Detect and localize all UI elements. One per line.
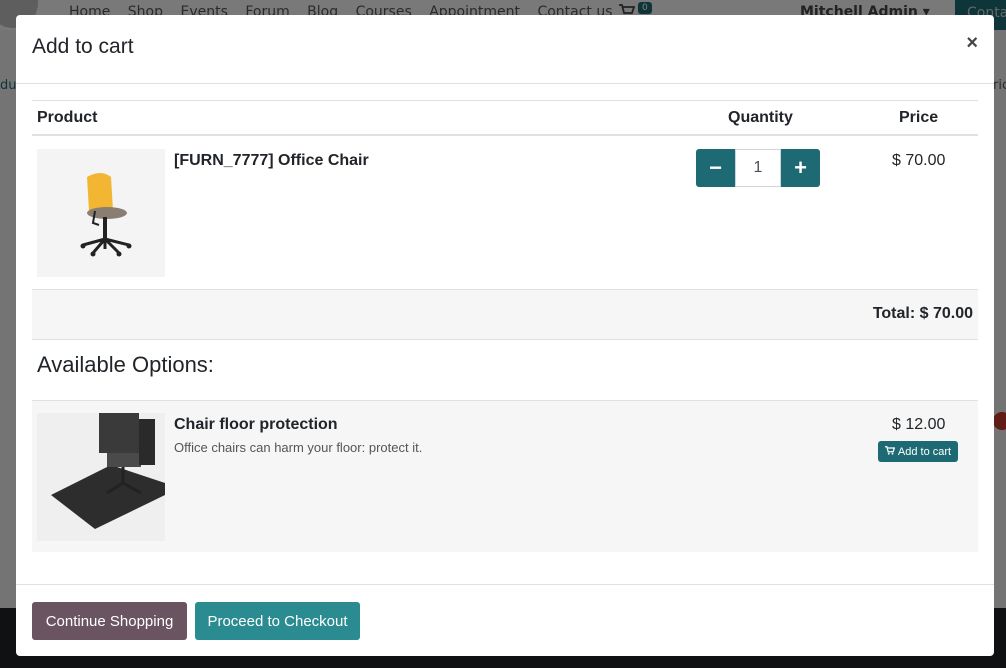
- modal-footer: Continue Shopping Proceed to Checkout: [16, 584, 994, 656]
- proceed-to-checkout-button[interactable]: Proceed to Checkout: [195, 602, 360, 640]
- quantity-input[interactable]: 1: [735, 149, 781, 187]
- quantity-increase-button[interactable]: +: [781, 149, 820, 187]
- product-row: [FURN_7777] Office Chair − 1 + $ 70.00: [32, 136, 978, 290]
- modal-title: Add to cart: [32, 35, 134, 58]
- header-product: Product: [37, 109, 98, 126]
- total-row: Total: $ 70.00: [32, 290, 978, 340]
- option-add-to-cart-button[interactable]: Add to cart: [878, 441, 958, 462]
- product-price: $ 70.00: [892, 152, 946, 169]
- products-table-header: Product Quantity Price: [32, 100, 978, 136]
- floor-mat-image: [37, 413, 165, 541]
- option-description: Office chairs can harm your floor: prote…: [174, 440, 423, 455]
- option-name: Chair floor protection: [174, 416, 338, 433]
- product-name: [FURN_7777] Office Chair: [174, 152, 369, 169]
- option-price: $ 12.00: [892, 416, 946, 433]
- header-quantity: Quantity: [728, 109, 793, 126]
- option-add-label: Add to cart: [897, 445, 952, 458]
- quantity-stepper: − 1 +: [696, 149, 820, 187]
- add-to-cart-modal: Add to cart × Product Quantity Price [FU…: [16, 15, 994, 656]
- total-amount: Total: $ 70.00: [872, 305, 973, 322]
- header-price: Price: [899, 109, 939, 126]
- continue-shopping-button[interactable]: Continue Shopping: [32, 602, 187, 640]
- option-row: Chair floor protection Office chairs can…: [32, 400, 978, 552]
- quantity-decrease-button[interactable]: −: [696, 149, 735, 187]
- close-icon[interactable]: ×: [966, 32, 978, 55]
- office-chair-image: [37, 149, 165, 277]
- cart-icon: [884, 445, 896, 458]
- available-options-title: Available Options:: [37, 352, 214, 377]
- modal-header: Add to cart ×: [16, 15, 994, 84]
